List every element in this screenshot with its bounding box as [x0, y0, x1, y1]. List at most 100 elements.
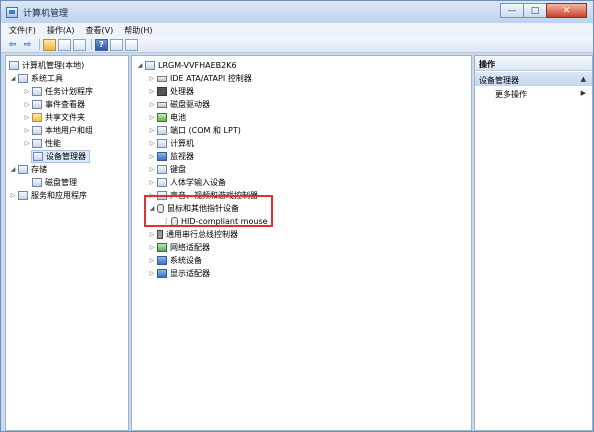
toolbar-separator: [91, 39, 92, 50]
device-category-usb[interactable]: ▷ 通用串行总线控制器: [148, 228, 238, 241]
device-category-label: 显示适配器: [170, 269, 210, 278]
computer-management-window: 计算机管理 — □ ✕ 文件(F) 操作(A) 查看(V) 帮助(H) ⇦ ⇨ …: [0, 0, 594, 432]
device-category-disk[interactable]: ▷ 磁盘驱动器: [148, 98, 210, 111]
expand-icon[interactable]: ▷: [148, 114, 156, 121]
computer-icon: [157, 139, 167, 148]
back-arrow-icon[interactable]: ⇦: [6, 39, 19, 51]
show-hide-tree-icon[interactable]: [58, 38, 71, 51]
tree-item-label: 服务和应用程序: [31, 191, 87, 200]
computer-icon: [145, 61, 155, 70]
ide-controller-icon: [157, 75, 167, 82]
device-category-system[interactable]: ▷ 系统设备: [148, 254, 202, 267]
more-actions-item[interactable]: 更多操作 ▶: [475, 87, 592, 100]
expand-icon[interactable]: ▷: [148, 140, 156, 147]
device-category-hid[interactable]: ▷ 人体学输入设备: [148, 176, 226, 189]
tree-item-disk-management[interactable]: 磁盘管理: [23, 176, 77, 189]
expand-icon[interactable]: ▷: [148, 257, 156, 264]
hid-icon: [157, 178, 167, 187]
tree-item-label: 设备管理器: [46, 152, 86, 161]
toolbar-separator: [39, 39, 40, 50]
tree-item-system-tools[interactable]: ◢ 系统工具: [9, 72, 63, 85]
show-action-pane-icon[interactable]: [110, 38, 123, 51]
device-tree: ◢ LRGM-VVFHAEB2K6 ▷ IDE ATA/ATAPI 控制器 ▷ …: [131, 55, 472, 431]
device-category-label: IDE ATA/ATAPI 控制器: [170, 74, 252, 83]
tree-item-shared-folders[interactable]: ▷ 共享文件夹: [23, 111, 85, 124]
device-category-label: 通用串行总线控制器: [166, 230, 238, 239]
menu-help[interactable]: 帮助(H): [124, 25, 152, 36]
device-category-label: 人体学输入设备: [170, 178, 226, 187]
tree-item-storage[interactable]: ◢ 存储: [9, 163, 47, 176]
event-viewer-icon: [32, 100, 42, 109]
tree-item-label: 性能: [45, 139, 61, 148]
device-category-label: 处理器: [170, 87, 194, 96]
expand-icon[interactable]: ▷: [148, 179, 156, 186]
device-category-label: 监视器: [170, 152, 194, 161]
users-icon: [32, 126, 42, 135]
menu-view[interactable]: 查看(V): [86, 25, 114, 36]
tree-item-device-manager[interactable]: 设备管理器: [31, 150, 90, 163]
title-bar[interactable]: 计算机管理 — □ ✕: [1, 1, 593, 23]
battery-icon: [157, 113, 167, 122]
expand-icon[interactable]: ▷: [148, 127, 156, 134]
services-icon: [18, 191, 28, 200]
help-icon[interactable]: ?: [95, 38, 108, 51]
expand-icon[interactable]: ▷: [148, 101, 156, 108]
expand-icon[interactable]: ▷: [148, 270, 156, 277]
expand-icon[interactable]: ▷: [23, 101, 31, 108]
expand-icon[interactable]: ▷: [23, 88, 31, 95]
close-button[interactable]: ✕: [546, 3, 587, 18]
collapse-icon[interactable]: ◢: [136, 62, 144, 69]
expand-icon[interactable]: ▷: [148, 244, 156, 251]
maximize-button[interactable]: □: [523, 3, 547, 18]
expand-icon[interactable]: ▷: [148, 231, 156, 238]
display-adapter-icon: [157, 269, 167, 278]
menu-file[interactable]: 文件(F): [9, 25, 36, 36]
properties-icon[interactable]: [73, 38, 86, 51]
expand-icon[interactable]: ▷: [148, 75, 156, 82]
collapse-icon[interactable]: ◢: [9, 166, 17, 173]
expand-icon[interactable]: ▷: [148, 166, 156, 173]
tree-item-services[interactable]: ▷ 服务和应用程序: [9, 189, 87, 202]
expand-icon[interactable]: ▷: [23, 127, 31, 134]
tree-item-label: 任务计划程序: [45, 87, 93, 96]
expand-icon[interactable]: ▷: [23, 114, 31, 121]
device-root[interactable]: ◢ LRGM-VVFHAEB2K6: [136, 59, 237, 72]
network-icon: [157, 243, 167, 252]
device-category-network[interactable]: ▷ 网络适配器: [148, 241, 210, 254]
up-folder-icon[interactable]: [43, 38, 56, 51]
device-category-label: 电池: [170, 113, 186, 122]
expand-icon[interactable]: ▷: [23, 140, 31, 147]
actions-header: 操作: [475, 56, 592, 71]
expand-icon[interactable]: ▷: [9, 192, 17, 199]
submenu-arrow-icon: ▶: [580, 89, 586, 97]
usb-icon: [157, 230, 163, 239]
actions-section-device-manager[interactable]: 设备管理器 ▲: [475, 72, 592, 86]
expand-icon[interactable]: ▷: [148, 153, 156, 160]
scan-hardware-icon[interactable]: [125, 38, 138, 51]
tree-item-performance[interactable]: ▷ 性能: [23, 137, 61, 150]
device-category-ide[interactable]: ▷ IDE ATA/ATAPI 控制器: [148, 72, 252, 85]
tree-item-task-scheduler[interactable]: ▷ 任务计划程序: [23, 85, 93, 98]
tree-item-label: 系统工具: [31, 74, 63, 83]
minimize-button[interactable]: —: [500, 3, 524, 18]
tree-item-label: 本地用户和组: [45, 126, 93, 135]
device-category-keyboard[interactable]: ▷ 键盘: [148, 163, 186, 176]
device-category-computer[interactable]: ▷ 计算机: [148, 137, 194, 150]
device-category-monitor[interactable]: ▷ 监视器: [148, 150, 194, 163]
expand-icon[interactable]: ▷: [148, 88, 156, 95]
device-category-ports[interactable]: ▷ 端口 (COM 和 LPT): [148, 124, 241, 137]
collapse-icon[interactable]: ◢: [9, 75, 17, 82]
tree-item-local-users[interactable]: ▷ 本地用户和组: [23, 124, 93, 137]
menu-action[interactable]: 操作(A): [47, 25, 75, 36]
device-category-processor[interactable]: ▷ 处理器: [148, 85, 194, 98]
device-category-display[interactable]: ▷ 显示适配器: [148, 267, 210, 280]
forward-arrow-icon[interactable]: ⇨: [21, 39, 34, 51]
tree-item-event-viewer[interactable]: ▷ 事件查看器: [23, 98, 85, 111]
tree-item-label: 共享文件夹: [45, 113, 85, 122]
collapse-up-icon[interactable]: ▲: [581, 75, 586, 83]
device-category-battery[interactable]: ▷ 电池: [148, 111, 186, 124]
actions-pane: 操作 设备管理器 ▲ 更多操作 ▶: [474, 55, 593, 431]
device-category-label: 系统设备: [170, 256, 202, 265]
tools-icon: [18, 74, 28, 83]
tree-item-root[interactable]: 计算机管理(本地): [8, 59, 84, 72]
